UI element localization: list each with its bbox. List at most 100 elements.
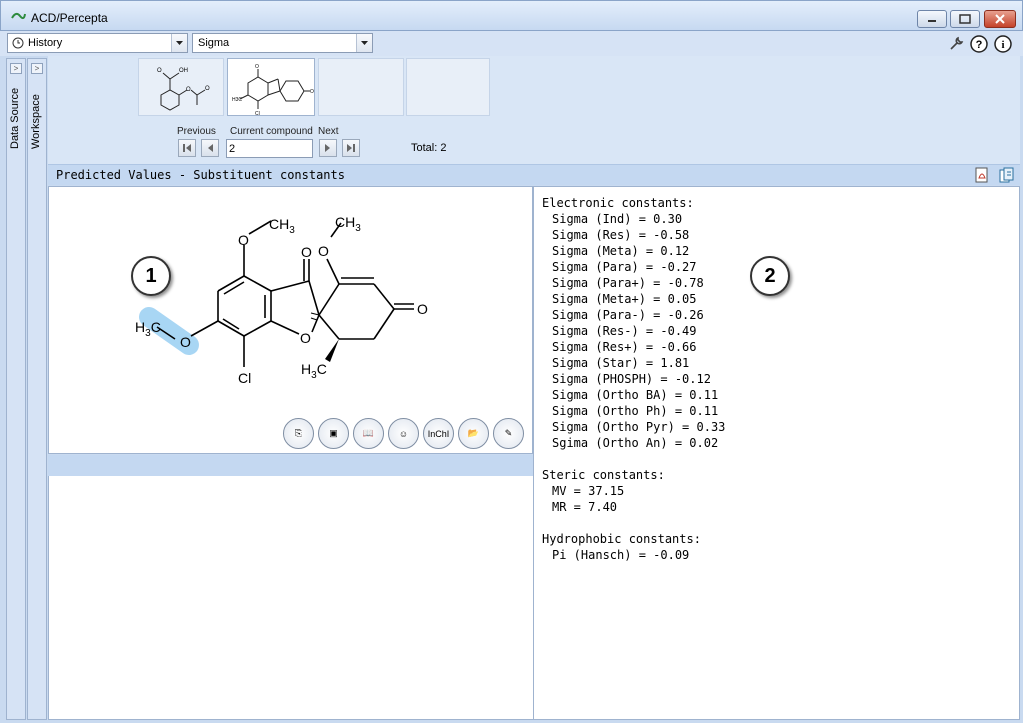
atom-o4: O — [417, 301, 428, 317]
constant-row: Sigma (Ortho Pyr) = 0.33 — [552, 420, 726, 434]
atom-cl: Cl — [238, 370, 251, 386]
maximize-button[interactable] — [950, 10, 980, 28]
wrench-icon[interactable] — [947, 35, 965, 53]
chevron-down-icon[interactable] — [171, 34, 187, 52]
svg-text:O: O — [255, 64, 259, 70]
history-label: History — [28, 37, 63, 49]
book-icon[interactable]: 📖 — [353, 418, 384, 449]
next-icon — [325, 144, 330, 152]
atom-h3c-bottom: H3C — [301, 361, 327, 381]
info-icon[interactable]: i — [994, 35, 1012, 53]
clock-icon — [12, 37, 24, 49]
constant-row: Sigma (Res-) = -0.49 — [552, 324, 697, 338]
module-dropdown[interactable]: Sigma — [192, 33, 373, 53]
svg-text:O: O — [186, 87, 191, 93]
atom-o5: O — [300, 330, 311, 346]
structure-panel: CH3 O O O CH3 O O O H3C Cl H3C 1 ⎘ ▣ 📖 ☺… — [48, 186, 533, 454]
svg-text:i: i — [1001, 39, 1004, 51]
help-icon[interactable]: ? — [970, 35, 988, 53]
svg-text:?: ? — [976, 39, 983, 51]
atom-o2: O — [301, 244, 312, 260]
window-title: ACD/Percepta — [31, 11, 108, 25]
results-panel: Electronic constants: Sigma (Ind) = 0.30… — [533, 186, 1020, 720]
structure-toolbar: ⎘ ▣ 📖 ☺ InChI 📂 ✎ — [283, 418, 524, 449]
constant-row: Sigma (Meta) = 0.12 — [552, 244, 690, 258]
constant-row: Sgima (Ortho An) = 0.02 — [552, 436, 719, 450]
compound-thumbnail-1[interactable]: O OH O O — [138, 58, 224, 116]
current-compound-input[interactable]: 2 — [226, 139, 313, 158]
previous-icon — [208, 144, 213, 152]
compound-strip: O OH O O O H3C Cl O Previous Current com… — [48, 56, 1020, 164]
first-button[interactable] — [178, 139, 196, 157]
current-compound-label: Current compound — [230, 126, 313, 137]
splitter-band[interactable] — [48, 455, 533, 476]
minimize-icon — [928, 20, 936, 22]
last-button[interactable] — [342, 139, 360, 157]
constant-row: Sigma (Para) = -0.27 — [552, 260, 697, 274]
constant-row: Sigma (Res+) = -0.66 — [552, 340, 697, 354]
atom-o6: O — [180, 334, 191, 350]
minimize-button[interactable] — [917, 10, 947, 28]
copy-image-icon[interactable]: ▣ — [318, 418, 349, 449]
steric-title: Steric constants: — [542, 468, 665, 482]
maximize-icon — [959, 14, 971, 24]
chevron-down-icon[interactable] — [356, 34, 372, 52]
constant-row: Pi (Hansch) = -0.09 — [552, 548, 690, 562]
steric-section: Steric constants: MV = 37.15 MR = 7.40 — [534, 467, 665, 515]
svg-text:Cl: Cl — [255, 111, 260, 117]
next-button[interactable] — [319, 139, 337, 157]
atom-o1: O — [238, 232, 249, 248]
compound-slot-3[interactable] — [318, 58, 404, 116]
constant-row: Sigma (PHOSPH) = -0.12 — [552, 372, 711, 386]
close-icon — [995, 14, 1005, 24]
wedge-bond — [325, 339, 339, 362]
compound-thumbnail-2[interactable]: O H3C Cl O — [227, 58, 315, 117]
workspace-tab[interactable]: > Workspace — [27, 58, 47, 720]
constant-row: Sigma (Star) = 1.81 — [552, 356, 690, 370]
pdf-export-icon[interactable] — [974, 167, 991, 184]
smiles-icon[interactable]: ☺ — [388, 418, 419, 449]
constant-row: MR = 7.40 — [552, 500, 618, 514]
griseofulvin-structure-icon: O H3C Cl O — [232, 64, 314, 117]
constant-row: Sigma (Para+) = -0.78 — [552, 276, 704, 290]
expand-icon[interactable]: > — [31, 63, 43, 74]
title-bar: ACD/Percepta — [0, 0, 1023, 31]
atom-ch3-right: CH3 — [335, 214, 361, 234]
data-source-tab[interactable]: > Data Source — [6, 58, 26, 720]
atom-o3: O — [318, 243, 329, 259]
app-logo-icon — [11, 12, 26, 20]
molecule-drawing: CH3 O O O CH3 O O O H3C Cl H3C — [135, 214, 428, 386]
constant-row: Sigma (Res) = -0.58 — [552, 228, 690, 242]
constant-row: Sigma (Ind) = 0.30 — [552, 212, 683, 226]
copy-structure-icon[interactable]: ⎘ — [283, 418, 314, 449]
copy-report-icon[interactable] — [998, 167, 1015, 184]
svg-text:O: O — [205, 86, 210, 92]
next-label: Next — [318, 126, 339, 137]
atom-ch3-top: CH3 — [269, 216, 295, 236]
constant-row: MV = 37.15 — [552, 484, 625, 498]
close-button[interactable] — [984, 10, 1016, 28]
previous-button[interactable] — [201, 139, 219, 157]
constant-row: Sigma (Meta+) = 0.05 — [552, 292, 697, 306]
electronic-section: Electronic constants: Sigma (Ind) = 0.30… — [534, 195, 725, 451]
module-value: Sigma — [198, 37, 230, 49]
callout-2: 2 — [750, 256, 790, 296]
panel-title: Predicted Values - Substituent constants — [56, 168, 345, 182]
data-source-label: Data Source — [9, 87, 21, 149]
compound-slot-4[interactable] — [406, 58, 490, 116]
constant-row: Sigma (Ortho Ph) = 0.11 — [552, 404, 719, 418]
svg-text:H3C: H3C — [232, 97, 242, 103]
open-icon[interactable]: 📂 — [458, 418, 489, 449]
inchi-icon[interactable]: InChI — [423, 418, 454, 449]
history-dropdown[interactable]: History — [7, 33, 188, 53]
constant-row: Sigma (Para-) = -0.26 — [552, 308, 704, 322]
svg-text:O: O — [157, 68, 162, 74]
previous-label: Previous — [177, 126, 216, 137]
edit-icon[interactable]: ✎ — [493, 418, 524, 449]
svg-text:OH: OH — [179, 68, 188, 74]
expand-icon[interactable]: > — [10, 63, 22, 74]
workspace-label: Workspace — [30, 94, 42, 149]
toolbar: History Sigma ? i — [0, 31, 1023, 56]
last-icon — [347, 144, 355, 152]
constant-row: Sigma (Ortho BA) = 0.11 — [552, 388, 719, 402]
